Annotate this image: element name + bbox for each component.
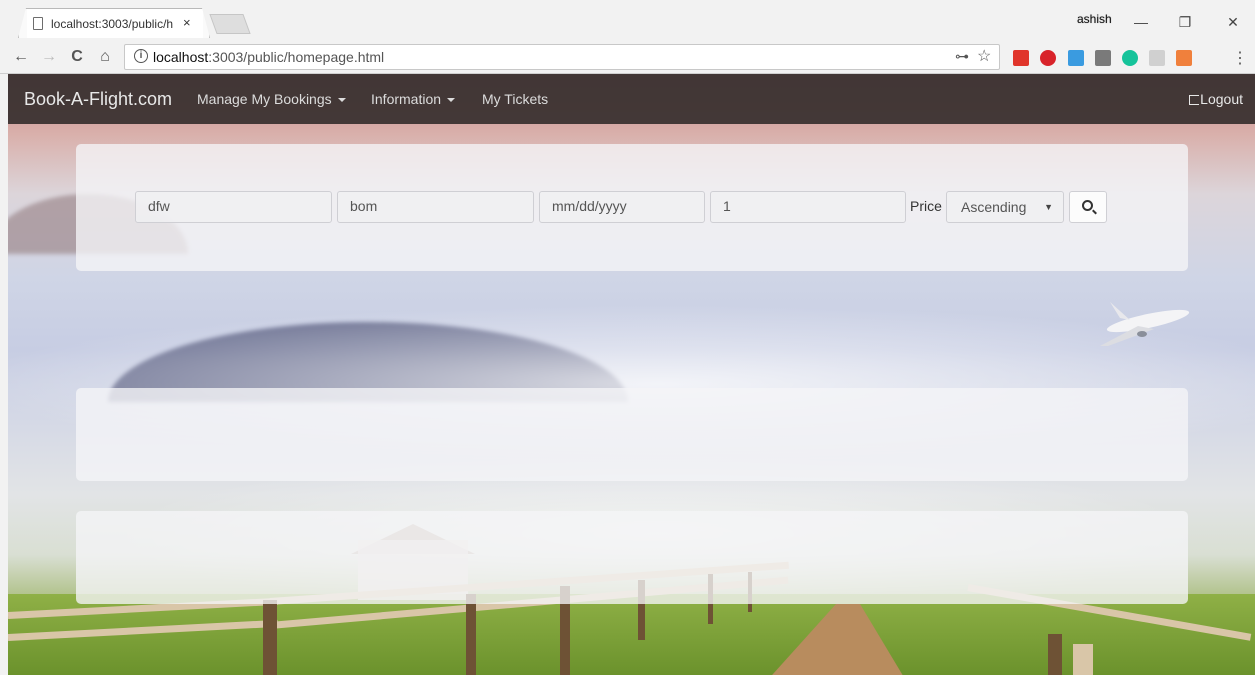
nav-manage-bookings[interactable]: Manage My Bookings (197, 91, 346, 107)
logout-link[interactable]: Logout (1189, 91, 1243, 107)
password-key-icon[interactable]: ⊶ (955, 48, 969, 65)
forward-icon[interactable]: → (38, 46, 60, 68)
chevron-down-icon (447, 98, 456, 103)
gray-square-extension-icon[interactable] (1095, 50, 1111, 66)
profile-name[interactable]: ashish (1077, 12, 1112, 26)
page-icon (33, 17, 43, 30)
reload-icon[interactable]: C (66, 46, 88, 68)
search-icon (1082, 200, 1093, 211)
passengers-input[interactable]: 1 (710, 191, 906, 223)
nav-my-tickets[interactable]: My Tickets (482, 91, 548, 107)
select-arrow-icon: ▼ (1044, 202, 1053, 212)
grammarly-icon[interactable] (1122, 50, 1138, 66)
price-label: Price (910, 198, 942, 214)
from-input[interactable]: dfw (135, 191, 332, 223)
close-window-icon[interactable]: ✕ (1218, 10, 1248, 34)
browser-tab[interactable]: localhost:3003/public/ho × (18, 8, 210, 38)
adblock-plus-icon[interactable] (1040, 50, 1056, 66)
brand-logo[interactable]: Book-A-Flight.com (24, 89, 172, 110)
search-button[interactable] (1069, 191, 1107, 223)
nav-information[interactable]: Information (371, 91, 456, 107)
browser-tabstrip: localhost:3003/public/ho × ashish — ❐ ✕ (0, 0, 1255, 44)
minimize-icon[interactable]: — (1126, 10, 1156, 34)
site-info-icon[interactable]: i (134, 49, 148, 63)
fence-post (1073, 644, 1093, 675)
browser-menu-icon[interactable]: ⋮ (1232, 48, 1248, 68)
chevron-down-icon (337, 98, 346, 103)
new-tab-button[interactable] (209, 14, 251, 34)
flag-extension-icon[interactable] (1176, 50, 1192, 66)
url-text[interactable]: localhost:3003/public/homepage.html (153, 49, 384, 65)
fence-post (263, 600, 277, 675)
calendar-extension-icon[interactable] (1068, 50, 1084, 66)
fence-post (466, 594, 476, 675)
tab-close-icon[interactable]: × (183, 15, 191, 30)
flight-search-panel: dfw bom mm/dd/yyyy 1 Price Ascending ▼ (76, 144, 1188, 271)
page-viewport: Book-A-Flight.com Manage My Bookings Inf… (8, 74, 1255, 675)
home-icon[interactable]: ⌂ (94, 46, 116, 68)
fence-post (1048, 634, 1062, 675)
paint-extension-icon[interactable] (1149, 50, 1165, 66)
results-panel (76, 388, 1188, 481)
price-sort-value: Ascending (961, 199, 1027, 215)
top-navbar: Book-A-Flight.com Manage My Bookings Inf… (8, 74, 1255, 124)
browser-toolbar: ← → C ⌂ i localhost:3003/public/homepage… (0, 40, 1255, 74)
date-input[interactable]: mm/dd/yyyy (539, 191, 705, 223)
logout-icon (1189, 95, 1200, 105)
results-panel (76, 511, 1188, 604)
price-sort-select[interactable]: Ascending ▼ (946, 191, 1064, 223)
restore-icon[interactable]: ❐ (1170, 10, 1200, 34)
tab-title: localhost:3003/public/ho (51, 17, 173, 31)
address-bar[interactable]: i localhost:3003/public/homepage.html ⊶ … (124, 44, 1000, 70)
airplane-image (1100, 302, 1190, 346)
bookmark-star-icon[interactable]: ☆ (977, 46, 991, 66)
to-input[interactable]: bom (337, 191, 534, 223)
red-book-extension-icon[interactable] (1013, 50, 1029, 66)
back-icon[interactable]: ← (10, 46, 32, 68)
